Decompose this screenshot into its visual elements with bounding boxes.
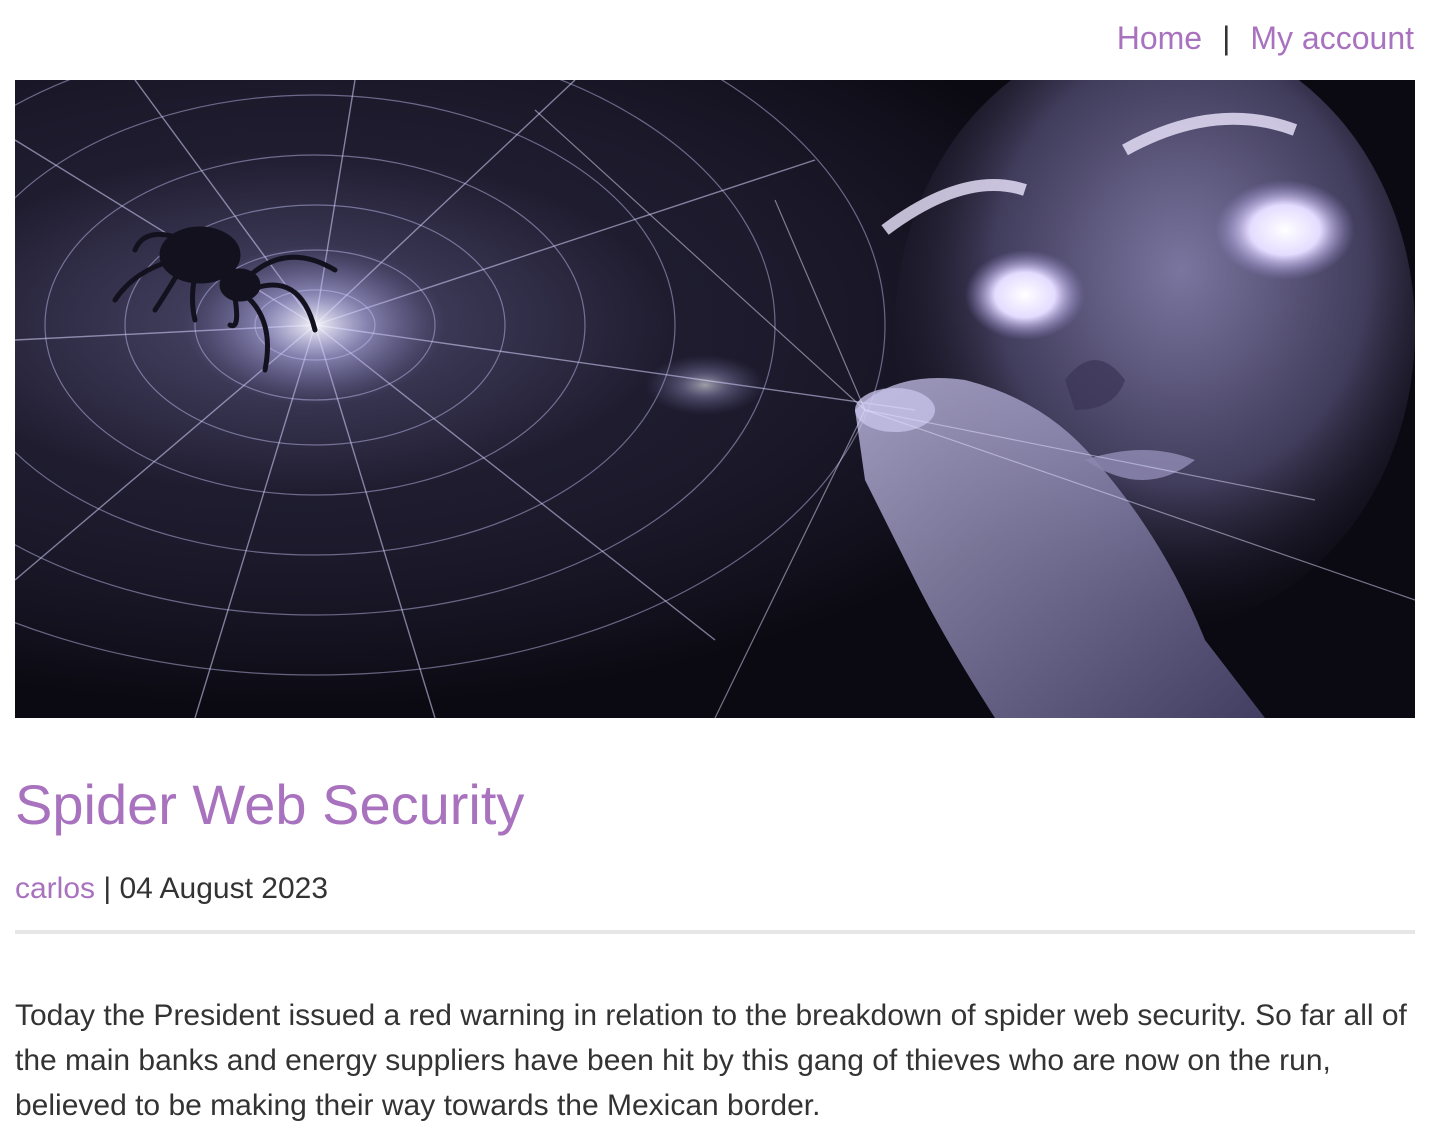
post-title: Spider Web Security xyxy=(15,773,525,836)
nav-my-account-link[interactable]: My account xyxy=(1250,18,1414,58)
nav-home-link[interactable]: Home xyxy=(1117,18,1202,58)
hero-image xyxy=(15,80,1415,718)
author-link[interactable]: carlos xyxy=(15,872,95,905)
post-meta: carlos | 04 August 2023 xyxy=(15,870,328,908)
nav-separator: | xyxy=(1222,20,1231,56)
blog-post-page: Home | My account Spider Web Security ca… xyxy=(0,0,1434,1128)
post-date: 04 August 2023 xyxy=(119,872,329,905)
top-navigation: Home | My account xyxy=(1117,18,1414,58)
meta-divider xyxy=(15,930,1415,934)
meta-separator: | xyxy=(95,872,120,905)
post-body: Today the President issued a red warning… xyxy=(15,999,1407,1122)
